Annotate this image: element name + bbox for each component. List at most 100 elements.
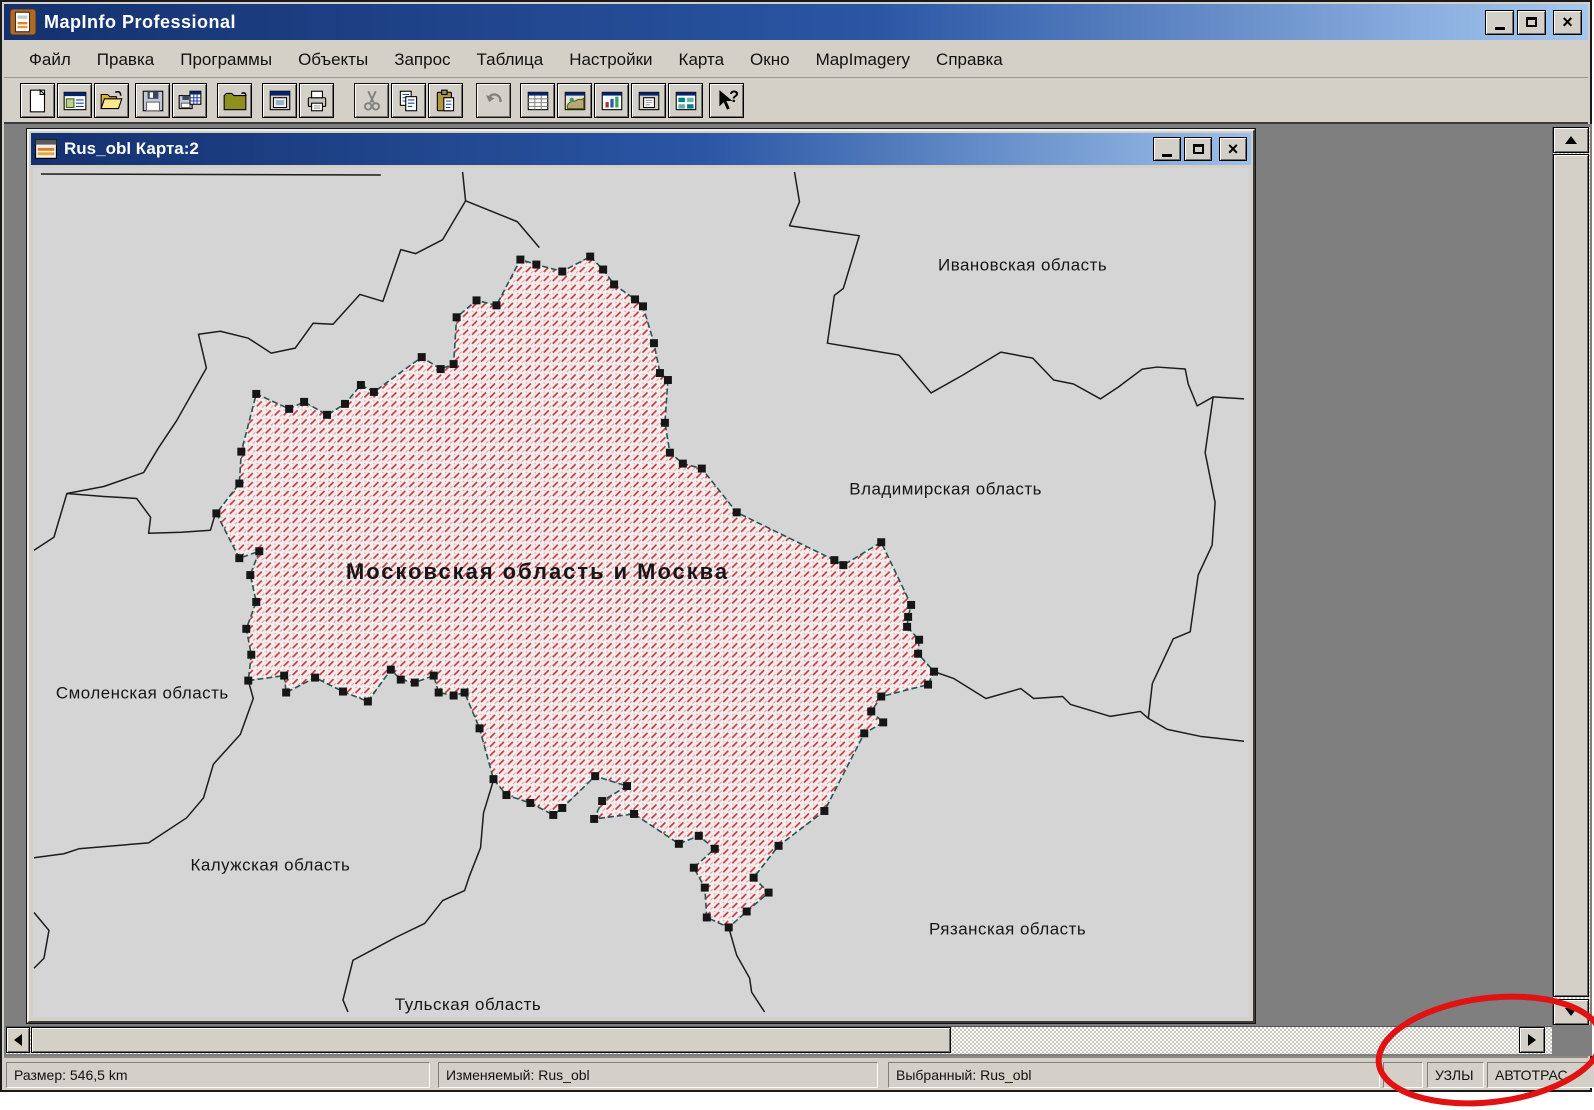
edit-node-handle[interactable] [732,508,741,517]
edit-node-handle[interactable] [599,265,608,274]
edit-node-handle[interactable] [631,295,640,304]
edit-node-handle[interactable] [914,649,923,658]
edit-node-handle[interactable] [610,280,619,289]
edit-node-handle[interactable] [300,397,309,406]
edit-node-handle[interactable] [930,667,939,676]
edit-node-handle[interactable] [246,571,255,580]
edit-node-handle[interactable] [417,353,426,362]
edit-node-handle[interactable] [363,697,372,706]
edit-node-handle[interactable] [244,676,253,685]
new-redistricter-button[interactable] [668,83,703,118]
edit-node-handle[interactable] [311,673,320,682]
edit-node-handle[interactable] [702,913,711,922]
edit-node-handle[interactable] [904,612,913,621]
close-table-button[interactable] [217,83,252,118]
edit-node-handle[interactable] [689,863,698,872]
edit-node-handle[interactable] [710,844,719,853]
scroll-left-button[interactable] [6,1027,30,1053]
edit-node-handle[interactable] [282,688,291,697]
save-workspace-button[interactable] [172,83,207,118]
edit-node-handle[interactable] [839,561,848,570]
menu-item-8[interactable]: Карта [666,46,738,74]
print-window-button[interactable] [262,83,297,118]
edit-node-handle[interactable] [724,923,733,932]
help-button[interactable]: ? [709,83,744,118]
edit-node-handle[interactable] [558,804,567,812]
edit-node-handle[interactable] [649,339,658,348]
horizontal-scrollbar-thumb[interactable] [31,1027,951,1053]
scroll-down-button[interactable] [1553,999,1589,1025]
new-mapper-button[interactable] [557,83,592,118]
edit-node-handle[interactable] [340,399,349,408]
edit-node-handle[interactable] [434,688,443,697]
edit-node-handle[interactable] [907,600,916,609]
undo-button[interactable] [476,83,511,118]
scroll-right-button[interactable] [1519,1027,1545,1053]
print-button[interactable] [299,83,334,118]
open-table-button[interactable] [57,83,92,118]
edit-node-handle[interactable] [235,554,244,563]
edit-node-handle[interactable] [586,252,595,261]
new-browser-button[interactable] [520,83,555,118]
edit-node-handle[interactable] [678,459,687,468]
edit-node-handle[interactable] [460,688,469,697]
new-grapher-button[interactable] [594,83,629,118]
map-drawing[interactable]: Ивановская область Владимирская область См… [33,168,1249,1017]
menu-item-10[interactable]: MapImagery [803,46,923,74]
edit-node-handle[interactable] [674,839,683,848]
save-table-button[interactable] [135,83,170,118]
edit-node-handle[interactable] [436,365,445,374]
edit-node-handle[interactable] [742,907,751,916]
edit-node-handle[interactable] [247,650,256,659]
map-window-close-button[interactable]: × [1219,137,1247,161]
vertical-scrollbar-thumb[interactable] [1553,154,1589,997]
edit-node-handle[interactable] [472,296,481,305]
menu-item-1[interactable]: Файл [16,46,84,74]
menu-item-3[interactable]: Программы [167,46,285,74]
edit-node-handle[interactable] [252,389,261,398]
edit-node-handle[interactable] [749,873,758,882]
edit-node-handle[interactable] [356,380,365,389]
edit-node-handle[interactable] [449,360,458,369]
edit-node-handle[interactable] [663,376,672,384]
edit-node-handle[interactable] [924,680,933,689]
edit-node-handle[interactable] [665,448,674,457]
edit-node-handle[interactable] [386,665,395,674]
edit-node-handle[interactable] [237,447,246,456]
map-window-maximize-button[interactable] [1184,137,1212,161]
edit-node-handle[interactable] [526,799,535,807]
edit-node-handle[interactable] [235,479,244,488]
map-window[interactable]: Rus_obl Карта:2 × Ивановская область Влад… [26,128,1256,1024]
new-table-button[interactable] [20,83,55,118]
edit-node-handle[interactable] [860,729,869,738]
edit-node-handle[interactable] [774,841,783,850]
edit-node-handle[interactable] [915,635,924,644]
edit-node-handle[interactable] [697,464,706,473]
menu-item-9[interactable]: Окно [737,46,803,74]
edit-node-handle[interactable] [449,691,458,700]
edit-node-handle[interactable] [549,810,558,819]
edit-node-handle[interactable] [623,782,632,791]
edit-node-handle[interactable] [598,797,607,805]
edit-node-handle[interactable] [323,410,332,419]
edit-node-handle[interactable] [877,538,886,547]
copy-button[interactable] [391,83,426,118]
edit-node-handle[interactable] [285,404,294,413]
window-minimize-button[interactable] [1485,9,1514,35]
paste-button[interactable] [428,83,463,118]
menu-item-2[interactable]: Правка [84,46,167,74]
menu-item-5[interactable]: Запрос [381,46,463,74]
scroll-up-button[interactable] [1553,127,1589,153]
edit-node-handle[interactable] [516,255,525,264]
status-autotrace-toggle[interactable]: АВТОТРАС [1487,1062,1594,1088]
edit-node-handle[interactable] [475,724,484,733]
edit-node-handle[interactable] [591,772,600,781]
edit-node-handle[interactable] [903,622,912,631]
edit-node-handle[interactable] [338,687,347,696]
main-title-bar[interactable]: MapInfo Professional × [4,4,1588,40]
edit-node-handle[interactable] [280,671,289,680]
edit-node-handle[interactable] [492,301,501,310]
edit-node-handle[interactable] [655,369,664,378]
edit-node-handle[interactable] [255,547,264,556]
edit-node-handle[interactable] [242,624,251,633]
